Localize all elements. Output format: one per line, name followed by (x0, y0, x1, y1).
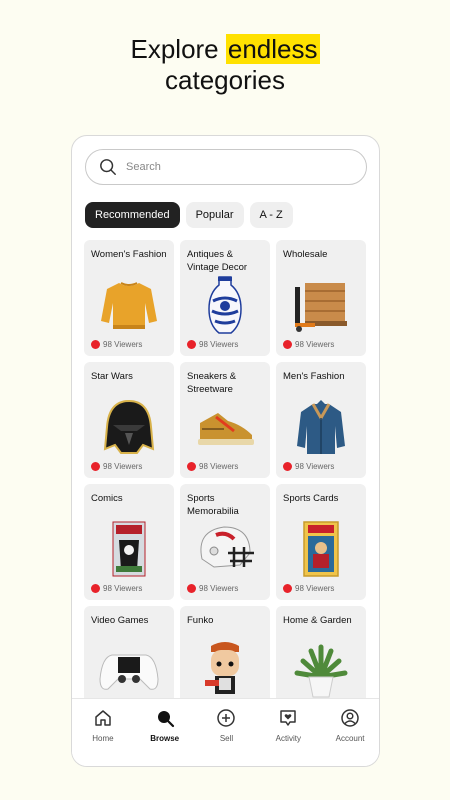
category-name: Antiques & Vintage Decor (187, 249, 248, 273)
viewer-count: 98 Viewers (283, 584, 334, 593)
viewer-count: 98 Viewers (187, 340, 238, 349)
live-icon (283, 584, 292, 593)
sweater-icon (101, 282, 157, 329)
home-icon (95, 710, 111, 726)
phone-frame: Search Recommended Popular A - Z Women's… (71, 135, 380, 767)
live-icon (283, 462, 292, 471)
jacket-icon (297, 400, 345, 454)
live-icon (187, 462, 196, 471)
comic-book-icon (112, 521, 146, 577)
heart-message-icon (280, 710, 297, 726)
football-helmet-icon (200, 526, 254, 568)
category-card[interactable]: Sports Memorabilia 98 Viewers (180, 484, 270, 600)
user-icon (341, 709, 359, 727)
category-name: Sports Cards (283, 493, 339, 504)
category-name: Funko (187, 615, 214, 626)
bottom-tab-bar: Home Browse Sell Activity Account (72, 698, 379, 766)
filter-popular[interactable]: Popular (185, 202, 244, 228)
category-card[interactable]: Women's Fashion 98 Viewers (84, 240, 174, 356)
graded-card-icon (303, 521, 339, 577)
tab-label: Account (335, 734, 365, 743)
category-card[interactable]: Comics 98 Viewers (84, 484, 174, 600)
filter-a-z[interactable]: A - Z (249, 202, 293, 228)
vase-icon (208, 276, 242, 334)
category-card[interactable]: Star Wars 98 Viewers (84, 362, 174, 478)
category-name: Home & Garden (283, 615, 352, 626)
headline-line-1: Explore endless (130, 34, 320, 64)
viewer-count: 98 Viewers (91, 584, 142, 593)
live-icon (283, 340, 292, 349)
search-input[interactable]: Search (85, 149, 367, 185)
tab-label: Activity (275, 734, 301, 743)
live-icon (91, 462, 100, 471)
category-grid: Women's Fashion 98 Viewers Antiques & Vi… (84, 240, 369, 722)
viewer-count: 98 Viewers (91, 462, 142, 471)
viewer-count: 98 Viewers (187, 462, 238, 471)
sneaker-icon (198, 413, 254, 445)
pallet-icon (295, 283, 347, 332)
tab-activity[interactable]: Activity (259, 708, 317, 766)
tab-home[interactable]: Home (74, 708, 132, 766)
filter-recommended[interactable]: Recommended (85, 202, 180, 228)
tab-label: Home (92, 734, 114, 743)
category-card[interactable]: Sneakers & Streetware 98 Viewers (180, 362, 270, 478)
live-icon (91, 584, 100, 593)
controller-icon (99, 654, 159, 690)
headline-highlight: endless (225, 34, 320, 64)
category-name: Comics (91, 493, 123, 504)
search-icon (100, 159, 116, 175)
category-card[interactable]: Wholesale 98 Viewers (276, 240, 366, 356)
tab-account[interactable]: Account (321, 708, 379, 766)
category-name: Sneakers & Streetware (187, 371, 237, 395)
viewer-count: 98 Viewers (283, 462, 334, 471)
search-placeholder: Search (126, 161, 161, 173)
tab-sell[interactable]: Sell (197, 708, 255, 766)
filter-chips: Recommended Popular A - Z (85, 202, 293, 228)
tab-label: Browse (150, 734, 180, 743)
helmet-pin-icon (103, 399, 155, 454)
browse-icon (157, 711, 174, 728)
category-name: Women's Fashion (91, 249, 167, 260)
category-name: Men's Fashion (283, 371, 345, 382)
figure-icon (205, 642, 239, 694)
category-card[interactable]: Sports Cards 98 Viewers (276, 484, 366, 600)
live-icon (187, 584, 196, 593)
tab-browse[interactable]: Browse (136, 708, 194, 766)
live-icon (187, 340, 196, 349)
viewer-count: 98 Viewers (283, 340, 334, 349)
promo-headline: Explore endless categories (0, 34, 450, 96)
category-name: Video Games (91, 615, 149, 626)
plant-icon (294, 644, 348, 698)
live-icon (91, 340, 100, 349)
tab-label: Sell (219, 734, 234, 743)
category-name: Sports Memorabilia (187, 493, 239, 517)
viewer-count: 98 Viewers (91, 340, 142, 349)
category-card[interactable]: Men's Fashion 98 Viewers (276, 362, 366, 478)
category-name: Wholesale (283, 249, 328, 260)
category-name: Star Wars (91, 371, 133, 382)
viewer-count: 98 Viewers (187, 584, 238, 593)
category-card[interactable]: Antiques & Vintage Decor 98 Viewers (180, 240, 270, 356)
headline-line-2: categories (165, 65, 285, 95)
plus-circle-icon (217, 709, 236, 727)
